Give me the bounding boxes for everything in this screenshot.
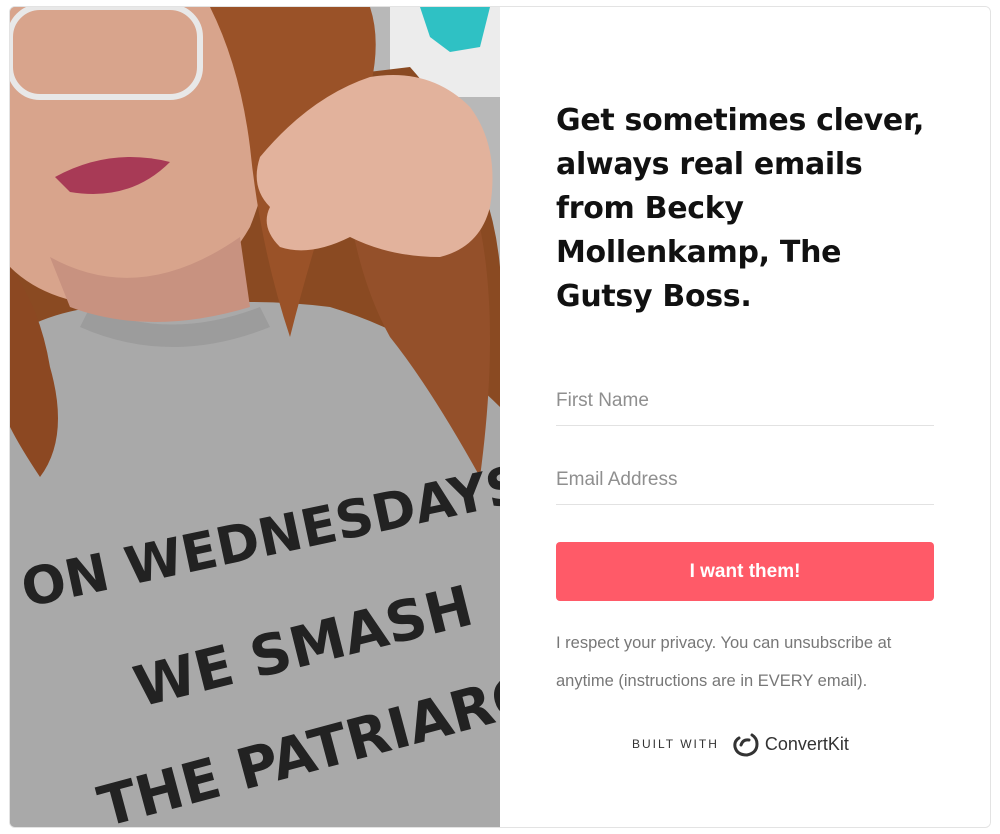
built-with-convertkit-link[interactable]: BUILT WITH ConvertKit — [632, 729, 849, 759]
privacy-notice: I respect your privacy. You can unsubscr… — [556, 634, 892, 690]
convertkit-logo-icon — [733, 733, 759, 757]
signup-form-panel: Get sometimes clever, always real emails… — [500, 7, 990, 827]
photo-illustration: ON WEDNESDAYS WE SMASH THE PATRIARCHY — [10, 7, 500, 827]
hero-photo: ON WEDNESDAYS WE SMASH THE PATRIARCHY — [10, 7, 500, 827]
convertkit-brand-name: ConvertKit — [764, 733, 849, 754]
form-headline: Get sometimes clever, always real emails… — [556, 103, 925, 314]
submit-button[interactable]: I want them! — [556, 542, 934, 601]
built-with-label: BUILT WITH — [632, 737, 719, 751]
email-address-input[interactable] — [556, 456, 934, 505]
first-name-input[interactable] — [556, 377, 934, 426]
subscribe-card: ON WEDNESDAYS WE SMASH THE PATRIARCHY Ge… — [9, 6, 991, 828]
